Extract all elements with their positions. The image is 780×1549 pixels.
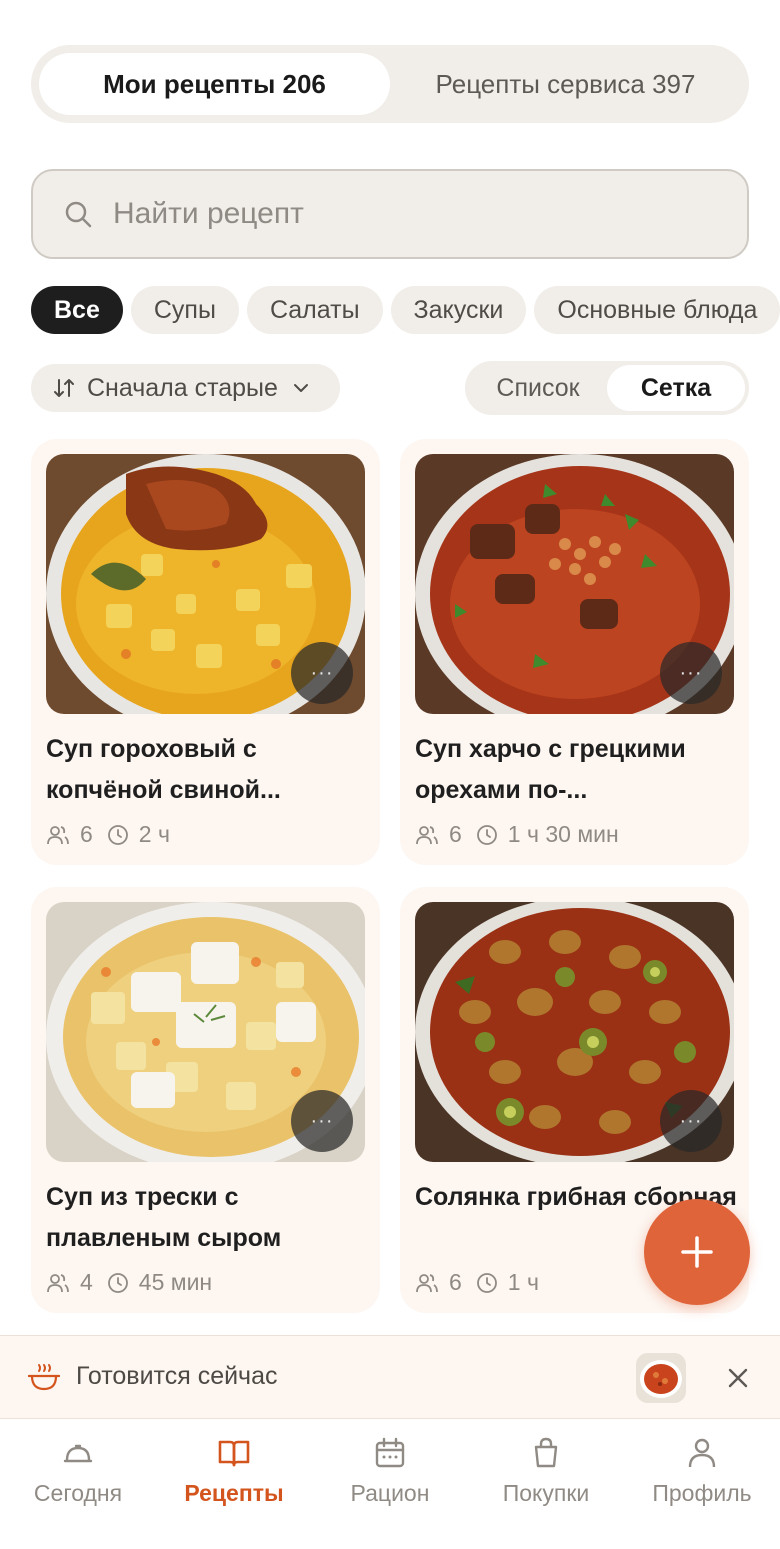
nav-shopping-label: Покупки [502,1480,590,1506]
sort-dropdown[interactable]: Сначала старые [31,364,340,412]
cooking-dish-thumbnail [636,1353,686,1403]
recipe-title: Суп гороховый с копчёной свиной... [46,735,281,804]
nav-profile-label: Профиль [652,1480,752,1506]
recipe-meta: 6 1 ч 30 мин [415,821,619,848]
servings-icon [47,825,69,844]
clock-icon [107,1272,128,1293]
chip-salads[interactable]: Салаты [246,286,383,334]
chip-soups[interactable]: Супы [130,286,239,334]
recipe-photo: ··· [46,902,365,1162]
cloche-icon [63,1444,93,1463]
chevron-down-icon [293,384,308,392]
nav-diet[interactable]: Рацион [312,1420,468,1549]
cook-time: 1 ч [507,1269,539,1295]
recipe-title: Суп харчо с грецкими орехами по-... [415,735,686,804]
category-filter: Все Супы Салаты Закуски Основные блюда [31,286,780,334]
tab-my-recipes[interactable]: Мои рецепты 206 [39,53,390,115]
bottom-navigation: Сегодня Рецепты Рацион Покупки Профиль [0,1420,780,1549]
recipe-card[interactable]: ··· Суп из трески с плавленым сыром 4 45… [31,887,380,1313]
chip-appetizers[interactable]: Закуски [390,286,527,334]
plus-icon [681,1236,713,1268]
recipe-photo: ··· [415,454,734,714]
cooking-now-label: Готовится сейчас [76,1362,278,1390]
clock-icon [476,1272,497,1293]
add-recipe-button[interactable] [644,1199,750,1305]
recipe-photo: ··· [415,902,734,1162]
more-options-button[interactable]: ··· [660,642,722,704]
search-icon [65,201,92,228]
chip-all[interactable]: Все [31,286,123,334]
clock-icon [107,824,128,845]
recipe-card[interactable]: ··· Суп харчо с грецкими орехами по-... … [400,439,749,865]
recipe-meta: 4 45 мин [46,1269,212,1296]
more-options-button[interactable]: ··· [291,642,353,704]
recipe-source-tabs: Мои рецепты 206 Рецепты сервиса 397 [31,45,749,123]
tab-service-recipes[interactable]: Рецепты сервиса 397 [390,53,741,115]
cook-time: 45 мин [138,1269,213,1295]
nav-recipes[interactable]: Рецепты [156,1420,312,1549]
servings-count: 6 [80,821,93,847]
more-options-button[interactable]: ··· [660,1090,722,1152]
shopping-bag-icon [534,1437,558,1468]
sort-label: Сначала старые [87,373,278,402]
calendar-icon [375,1437,405,1468]
servings-icon [416,1273,438,1292]
recipe-title: Суп из трески с плавленым сыром [46,1183,282,1252]
cooking-now-bar[interactable]: Готовится сейчас [0,1335,780,1419]
view-list-option[interactable]: Список [469,365,607,411]
recipe-meta: 6 2 ч [46,821,170,848]
pot-icon [28,1364,60,1391]
search-input[interactable] [113,197,673,231]
view-toggle: Список Сетка [465,361,749,415]
nav-diet-label: Рацион [350,1480,430,1506]
clock-icon [476,824,497,845]
servings-icon [47,1273,69,1292]
view-grid-option[interactable]: Сетка [607,365,745,411]
chip-main-dishes[interactable]: Основные блюда [534,286,780,334]
more-options-button[interactable]: ··· [291,1090,353,1152]
recipe-card[interactable]: ··· Суп гороховый с копчёной свиной... 6… [31,439,380,865]
user-icon [688,1438,716,1468]
search-bar[interactable] [31,169,749,259]
cook-time: 1 ч 30 мин [507,821,619,847]
book-icon [218,1440,250,1467]
recipe-photo: ··· [46,454,365,714]
servings-count: 6 [449,821,462,847]
cook-time: 2 ч [138,821,170,847]
sort-icon [54,379,74,397]
nav-profile[interactable]: Профиль [624,1420,780,1549]
nav-today-label: Сегодня [33,1480,123,1506]
close-icon[interactable] [722,1362,754,1394]
servings-count: 4 [80,1269,93,1295]
nav-today[interactable]: Сегодня [0,1420,156,1549]
recipe-meta: 6 1 ч [415,1269,539,1296]
nav-shopping[interactable]: Покупки [468,1420,624,1549]
servings-count: 6 [449,1269,462,1295]
servings-icon [416,825,438,844]
nav-recipes-label: Рецепты [184,1480,284,1506]
